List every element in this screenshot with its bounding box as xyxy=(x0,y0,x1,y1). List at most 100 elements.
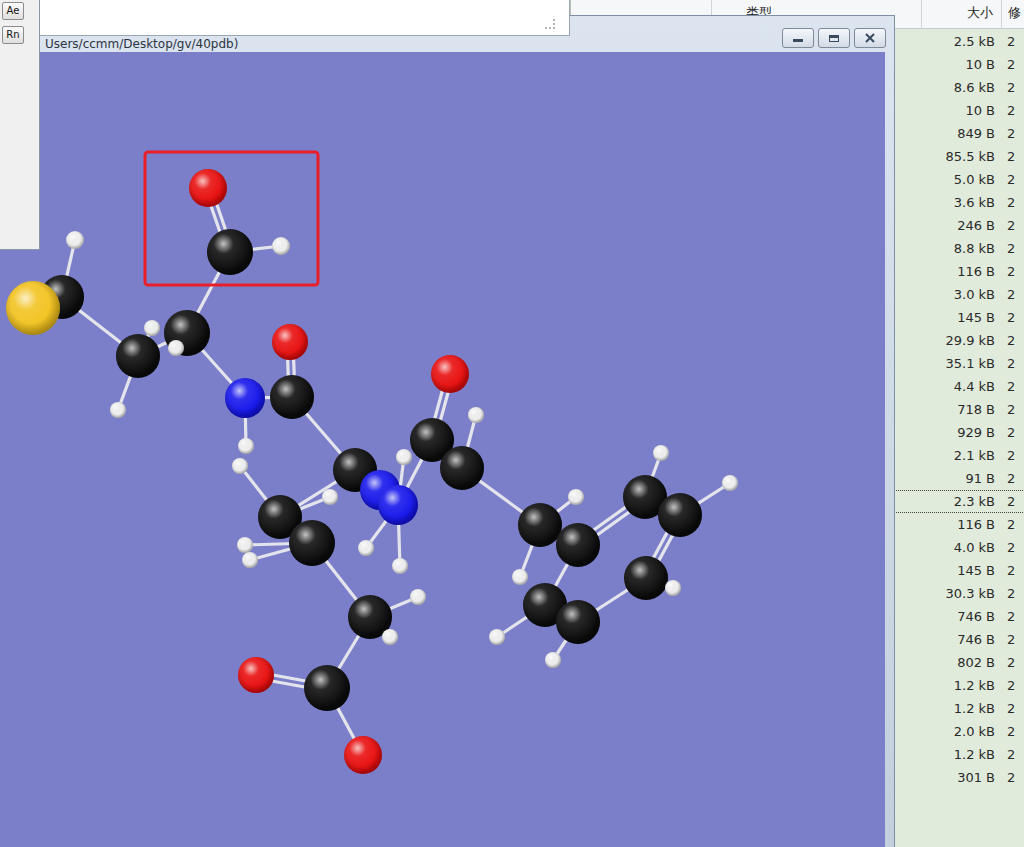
atom[interactable] xyxy=(382,629,398,645)
atom[interactable] xyxy=(556,600,600,644)
maximize-button[interactable] xyxy=(818,28,850,48)
atom[interactable] xyxy=(489,629,505,645)
atom-sphere[interactable] xyxy=(144,320,160,336)
atom-sphere[interactable] xyxy=(344,736,382,774)
atom[interactable] xyxy=(392,558,408,574)
atom-sphere[interactable] xyxy=(568,489,584,505)
atom-sphere[interactable] xyxy=(116,334,160,378)
atom-sphere[interactable] xyxy=(225,378,265,418)
atom-sphere[interactable] xyxy=(489,629,505,645)
atom[interactable] xyxy=(238,438,254,454)
atom[interactable] xyxy=(431,355,469,393)
atom[interactable] xyxy=(568,489,584,505)
atom-sphere[interactable] xyxy=(658,493,702,537)
atom-sphere[interactable] xyxy=(322,489,338,505)
atom[interactable] xyxy=(232,458,248,474)
atom[interactable] xyxy=(237,537,253,553)
atom-sphere[interactable] xyxy=(556,600,600,644)
atom[interactable] xyxy=(168,340,184,356)
column-header[interactable]: 修 xyxy=(1001,0,1024,28)
atom-sphere[interactable] xyxy=(189,169,227,207)
minimize-button[interactable] xyxy=(782,28,814,48)
atom[interactable] xyxy=(164,310,210,356)
atom[interactable] xyxy=(289,520,335,566)
atom-sphere[interactable] xyxy=(272,324,308,360)
atom-sphere[interactable] xyxy=(624,556,668,600)
atom-sphere[interactable] xyxy=(272,237,290,255)
atom-sphere[interactable] xyxy=(358,540,374,556)
atom-shade xyxy=(322,489,338,505)
atom[interactable] xyxy=(653,445,669,461)
atom-sphere[interactable] xyxy=(665,580,681,596)
modified-cell: 2 xyxy=(1001,191,1024,214)
atom-sphere[interactable] xyxy=(468,407,484,423)
atom[interactable] xyxy=(358,540,374,556)
atom[interactable] xyxy=(110,402,126,418)
atom-shade xyxy=(304,665,350,711)
atom[interactable] xyxy=(396,449,412,465)
atom[interactable] xyxy=(378,485,418,525)
atom[interactable] xyxy=(6,281,60,335)
resize-grip-icon[interactable] xyxy=(545,19,555,29)
atom[interactable] xyxy=(304,665,350,711)
atom[interactable] xyxy=(207,229,253,275)
atom-sphere[interactable] xyxy=(556,523,600,567)
atom-sphere[interactable] xyxy=(270,375,314,419)
atom-sphere[interactable] xyxy=(410,589,426,605)
atom[interactable] xyxy=(272,324,308,360)
atom[interactable] xyxy=(556,523,600,567)
atom[interactable] xyxy=(189,169,227,207)
atom[interactable] xyxy=(242,552,258,568)
atom-sphere[interactable] xyxy=(653,445,669,461)
atom-sphere[interactable] xyxy=(304,665,350,711)
atom[interactable] xyxy=(272,237,290,255)
atom[interactable] xyxy=(225,378,265,418)
atom[interactable] xyxy=(468,407,484,423)
atom-sphere[interactable] xyxy=(6,281,60,335)
atom-sphere[interactable] xyxy=(238,438,254,454)
atom-sphere[interactable] xyxy=(232,458,248,474)
atom[interactable] xyxy=(722,475,738,491)
atom-sphere[interactable] xyxy=(512,569,528,585)
atom[interactable] xyxy=(624,556,668,600)
atom-sphere[interactable] xyxy=(392,558,408,574)
close-button[interactable] xyxy=(854,28,886,48)
atom[interactable] xyxy=(344,736,382,774)
element-button[interactable]: Rn xyxy=(2,26,24,44)
atom[interactable] xyxy=(545,652,561,668)
atom[interactable] xyxy=(440,446,484,490)
atom[interactable] xyxy=(238,657,274,693)
atom-sphere[interactable] xyxy=(168,340,184,356)
atom-sphere[interactable] xyxy=(545,652,561,668)
atom[interactable] xyxy=(512,569,528,585)
element-button[interactable]: Ae xyxy=(2,2,24,20)
atom-sphere[interactable] xyxy=(238,657,274,693)
atom-sphere[interactable] xyxy=(289,520,335,566)
atom-sphere[interactable] xyxy=(237,537,253,553)
atom-sphere[interactable] xyxy=(382,629,398,645)
atom-sphere[interactable] xyxy=(378,485,418,525)
atom-sphere[interactable] xyxy=(431,355,469,393)
atom[interactable] xyxy=(322,489,338,505)
atom-sphere[interactable] xyxy=(242,552,258,568)
atom[interactable] xyxy=(410,589,426,605)
molecule-view[interactable] xyxy=(0,52,885,847)
atom-sphere[interactable] xyxy=(722,475,738,491)
atom[interactable] xyxy=(658,493,702,537)
atom-sphere[interactable] xyxy=(207,229,253,275)
atom-sphere[interactable] xyxy=(66,231,84,249)
atom-sphere[interactable] xyxy=(518,503,562,547)
atom[interactable] xyxy=(116,334,160,378)
molecule-canvas[interactable] xyxy=(0,52,885,847)
atom-shine xyxy=(238,438,254,454)
column-header[interactable]: 大小 xyxy=(921,0,1001,28)
atom-sphere[interactable] xyxy=(164,310,210,356)
atom-sphere[interactable] xyxy=(440,446,484,490)
atom[interactable] xyxy=(144,320,160,336)
atom[interactable] xyxy=(518,503,562,547)
atom[interactable] xyxy=(665,580,681,596)
atom-sphere[interactable] xyxy=(110,402,126,418)
atom-sphere[interactable] xyxy=(396,449,412,465)
atom[interactable] xyxy=(270,375,314,419)
atom[interactable] xyxy=(66,231,84,249)
